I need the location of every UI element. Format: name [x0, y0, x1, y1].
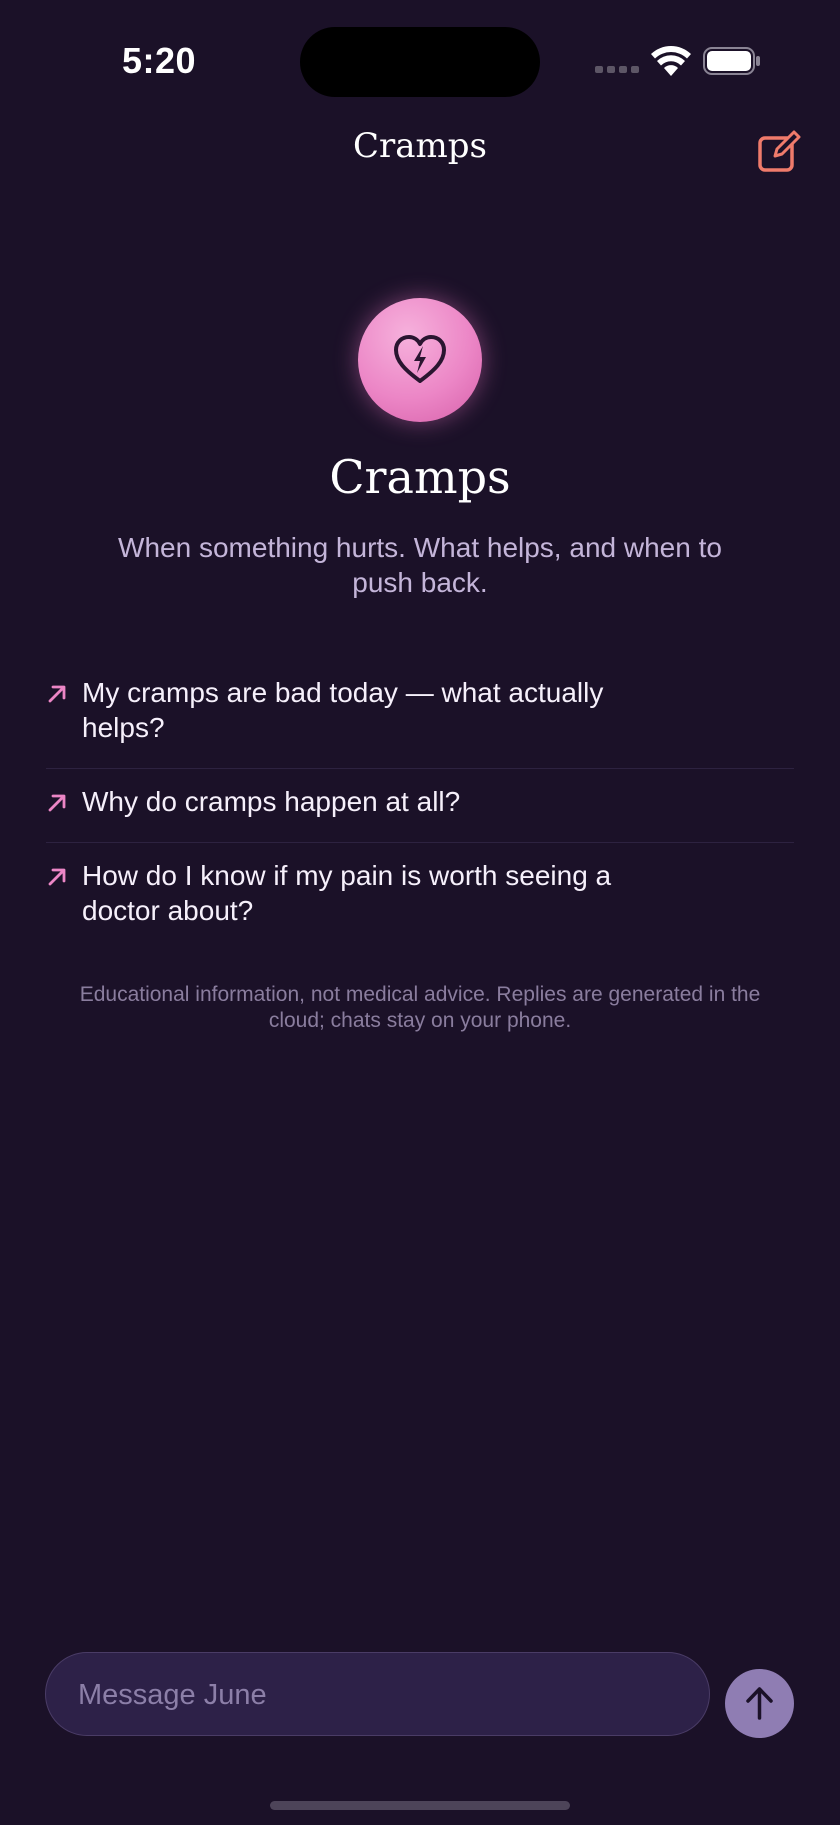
- battery-icon: [703, 47, 760, 75]
- hero-subtitle: When something hurts. What helps, and wh…: [118, 532, 722, 598]
- status-time: 5:20: [122, 40, 197, 81]
- nav-title: Cramps: [353, 126, 487, 166]
- suggestion-item[interactable]: How do I know if my pain is worth seeing…: [46, 843, 794, 951]
- arrow-up-right-icon: [48, 685, 66, 703]
- arrow-up-icon: [746, 1687, 773, 1720]
- arrow-up-right-icon: [48, 868, 66, 886]
- cellular-signal-icon: [595, 66, 639, 73]
- suggestion-text: My cramps are bad today — what actually …: [82, 677, 604, 743]
- status-bar: 5:20: [0, 0, 840, 120]
- suggestion-item[interactable]: My cramps are bad today — what actually …: [46, 660, 794, 769]
- disclaimer-text: Educational information, not medical adv…: [79, 983, 761, 1032]
- send-button[interactable]: [725, 1669, 794, 1738]
- arrow-up-right-icon: [48, 794, 66, 812]
- home-indicator[interactable]: [270, 1801, 570, 1810]
- wifi-icon: [651, 46, 691, 76]
- dynamic-island: [300, 27, 540, 97]
- hero-title: Cramps: [329, 450, 511, 504]
- suggestion-list: My cramps are bad today — what actually …: [46, 660, 794, 951]
- suggestion-text: How do I know if my pain is worth seeing…: [82, 860, 612, 926]
- suggestion-text: Why do cramps happen at all?: [82, 786, 461, 817]
- heart-bolt-icon: [358, 298, 482, 422]
- message-input[interactable]: [76, 1653, 680, 1737]
- message-composer: [45, 1652, 710, 1737]
- suggestion-item[interactable]: Why do cramps happen at all?: [46, 769, 794, 843]
- compose-icon[interactable]: [757, 130, 801, 174]
